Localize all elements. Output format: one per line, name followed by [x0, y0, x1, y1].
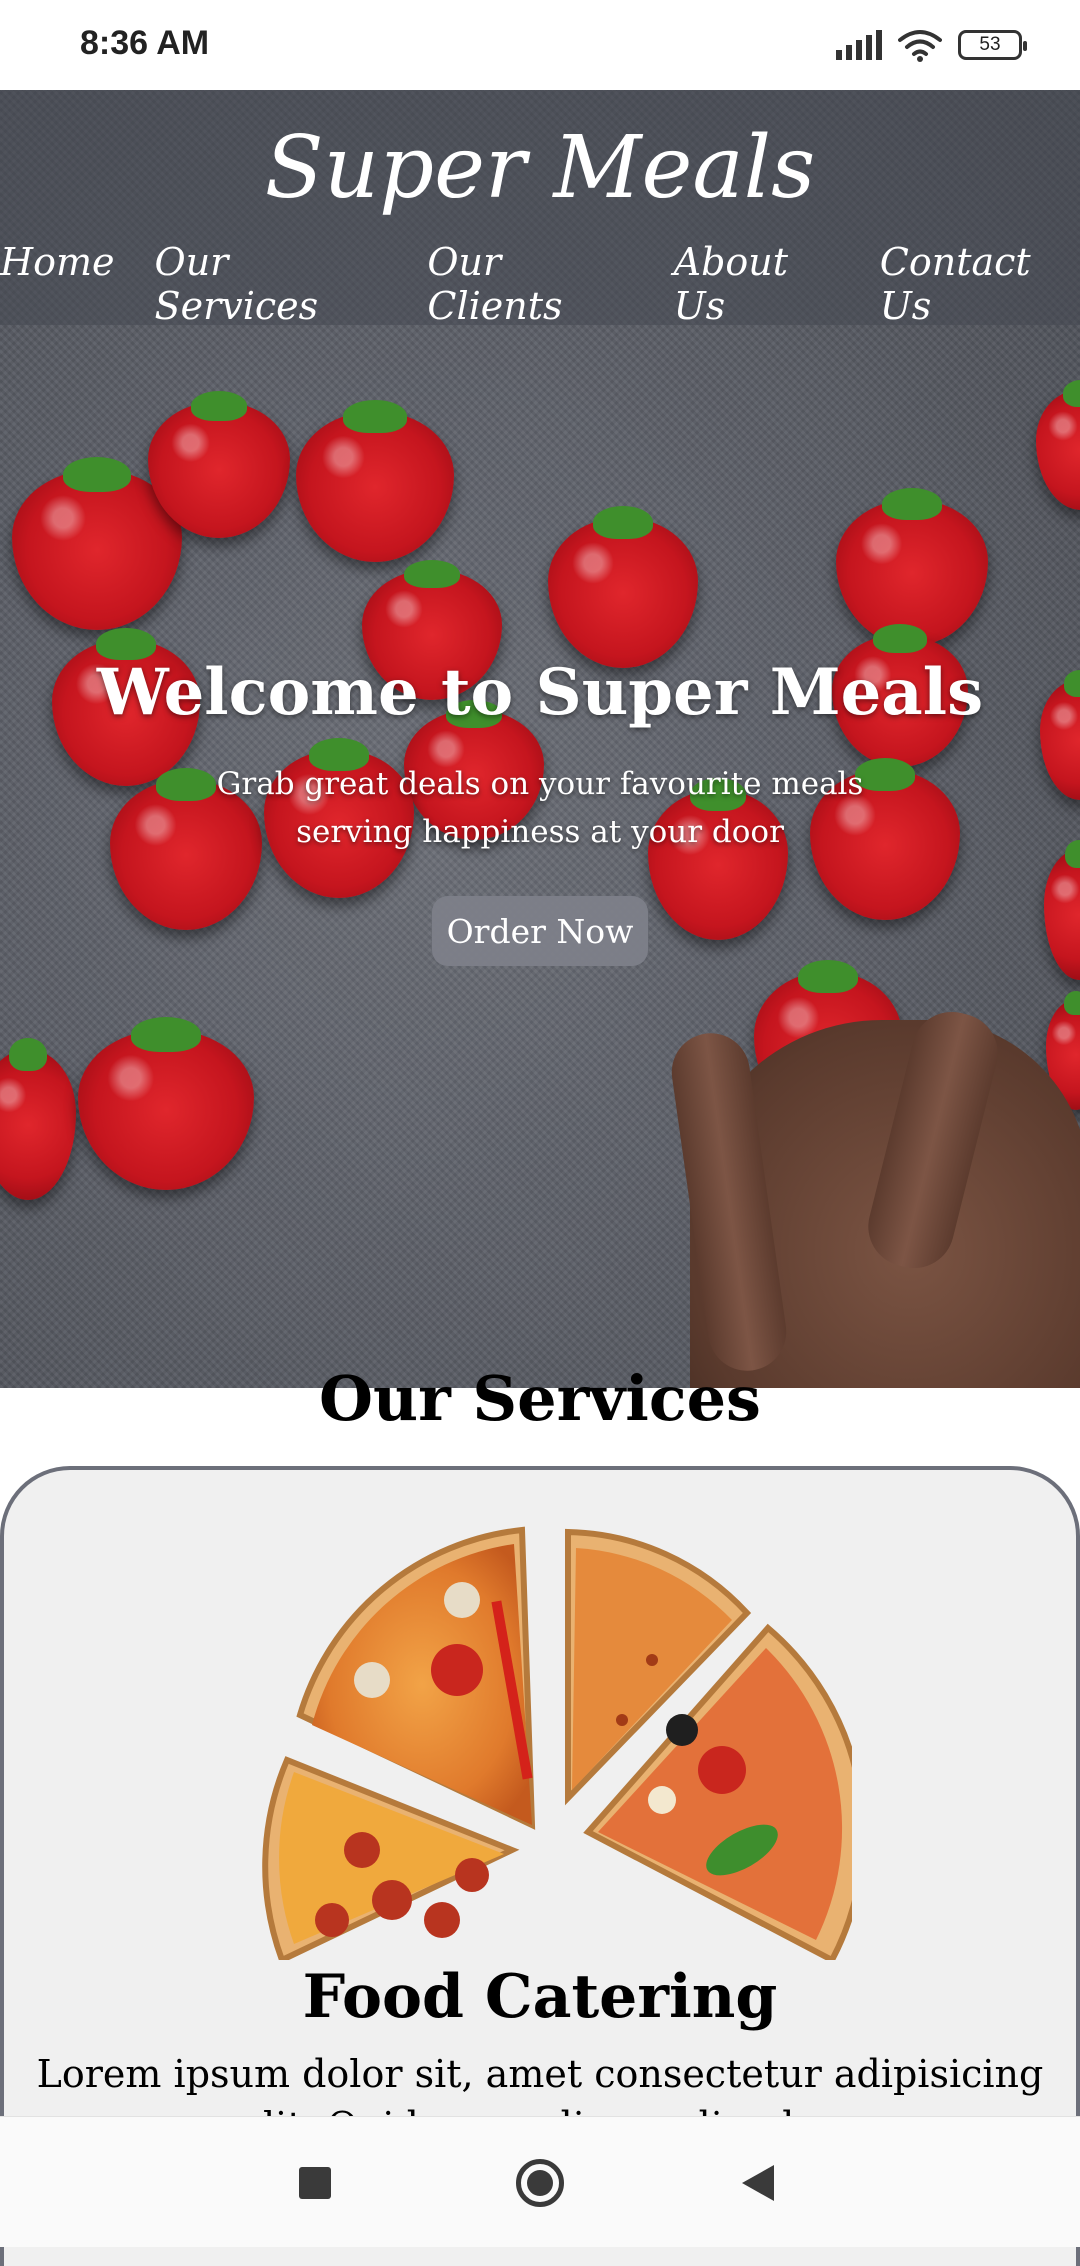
pizza-image: [262, 1526, 852, 1960]
hero-subtitle: Grab great deals on your favourite meals…: [0, 760, 1080, 856]
main-nav: Home Our Services Our Clients About Us C…: [0, 240, 1080, 328]
nav-about-us[interactable]: About Us: [674, 240, 840, 328]
hero-subtitle-line1: Grab great deals on your favourite meals: [216, 766, 864, 802]
strawberry-image: [1036, 380, 1080, 510]
nav-contact-us[interactable]: Contact Us: [880, 240, 1080, 328]
battery-level: 53: [979, 34, 1001, 55]
site-logo[interactable]: Super Meals: [0, 118, 1080, 218]
strawberry-image: [0, 1038, 76, 1200]
order-now-button[interactable]: Order Now: [432, 896, 648, 966]
home-circle-icon[interactable]: [516, 2159, 564, 2207]
services-heading: Our Services: [319, 1362, 761, 1435]
status-icons: 53: [836, 28, 1027, 62]
battery-icon: 53: [958, 30, 1027, 60]
nav-home[interactable]: Home: [0, 240, 115, 328]
strawberry-image: [78, 1017, 254, 1190]
strawberry-image: [836, 488, 988, 646]
strawberry-image: [296, 400, 454, 562]
hero-subtitle-line2: serving happiness at your door: [296, 814, 784, 850]
nav-our-clients[interactable]: Our Clients: [427, 240, 633, 328]
recents-square-icon[interactable]: [299, 2167, 331, 2199]
hero-section: Super Meals Home Our Services Our Client…: [0, 90, 1080, 1388]
hero-title: Welcome to Super Meals: [96, 655, 984, 730]
signal-icon: [836, 30, 882, 60]
back-triangle-icon[interactable]: [742, 2165, 774, 2201]
service-card-title: Food Catering: [302, 1962, 778, 2032]
wifi-icon: [898, 30, 942, 62]
system-nav-bar: [0, 2116, 1080, 2247]
strawberry-image: [548, 506, 698, 668]
strawberry-image: [1044, 839, 1080, 980]
status-bar: 8:36 AM 53: [0, 0, 1080, 90]
status-time: 8:36 AM: [80, 24, 210, 62]
nav-our-services[interactable]: Our Services: [155, 240, 388, 328]
